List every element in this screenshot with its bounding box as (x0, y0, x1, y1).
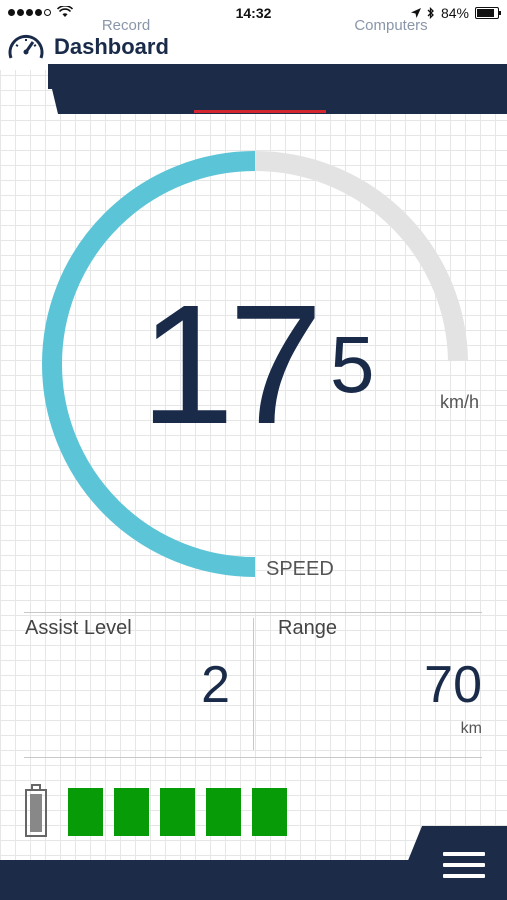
assist-bar (160, 788, 195, 836)
assist-level-label: Assist Level (25, 617, 132, 639)
range-unit: km (460, 720, 482, 737)
menu-icon[interactable] (443, 852, 485, 885)
metrics-top-divider (24, 612, 482, 613)
assist-bar (206, 788, 241, 836)
speed-decimal: 5 (330, 320, 375, 409)
assist-level-value: 2 (201, 656, 230, 714)
bike-battery-icon (25, 784, 47, 837)
speed-label: SPEED (266, 558, 334, 580)
metrics-bottom-divider (24, 757, 482, 758)
assist-bar (114, 788, 149, 836)
metrics-center-divider (253, 618, 254, 750)
assist-bar (68, 788, 103, 836)
assist-level-bars (68, 788, 287, 836)
assist-bar (252, 788, 287, 836)
range-value: 70 (424, 656, 482, 714)
range-label: Range (278, 617, 337, 639)
speed-integer: 17 (140, 270, 323, 460)
speed-unit: km/h (440, 392, 480, 412)
